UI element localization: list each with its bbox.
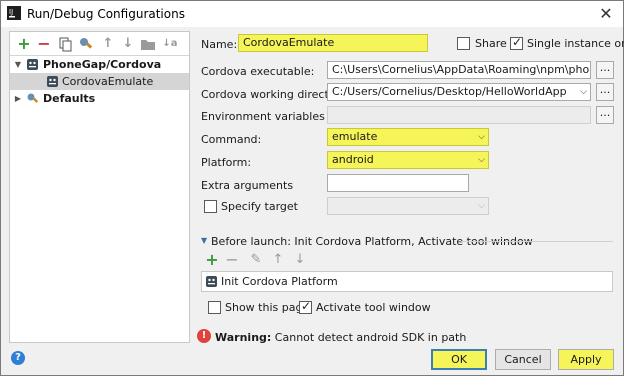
copy-icon[interactable] [58,36,74,52]
command-label: Command: [201,133,262,146]
name-label: Name: [201,38,238,51]
move-down-icon[interactable]: ↓ [120,36,136,52]
remove-icon[interactable]: − [36,36,52,52]
chevron-down-icon[interactable]: ▼ [13,56,23,73]
warning-bold-label: Warning: [215,331,272,344]
chevron-down-icon[interactable]: ⌵ [478,152,485,168]
command-select[interactable]: emulate ⌵ [327,128,489,146]
name-input[interactable]: CordovaEmulate [238,34,428,52]
task-label: Init Cordova Platform [221,275,338,288]
add-icon[interactable]: + [16,36,32,52]
list-item[interactable]: Init Cordova Platform [202,272,612,291]
specify-target-label: Specify target [221,200,298,213]
move-up-icon[interactable]: ↑ [271,253,285,267]
move-down-icon[interactable]: ↓ [293,253,307,267]
executable-label: Cordova executable: [201,65,315,78]
extra-args-input[interactable] [327,174,469,192]
extra-args-label: Extra arguments [201,179,294,192]
tree-group-defaults[interactable]: ▶ Defaults [10,90,189,107]
share-checkbox[interactable] [457,37,470,50]
svg-text:IJ: IJ [9,8,13,16]
phonegap-icon [47,76,58,87]
platform-select[interactable]: android ⌵ [327,151,489,169]
show-page-checkbox[interactable] [208,301,221,314]
activate-tool-window-checkbox[interactable] [299,299,312,314]
tree-defaults-label: Defaults [43,92,96,105]
configurations-toolbar: + − ↑ ↓ ↓a [10,32,189,56]
env-input[interactable] [327,106,591,124]
defaults-icon [27,93,39,103]
activate-tool-window-label: Activate tool window [316,301,431,314]
configurations-panel: + − ↑ ↓ ↓a ▼ PhoneGap/Cordova CordovaEmu… [9,31,190,343]
help-icon[interactable]: ? [11,351,25,365]
warning-text: Cannot detect android SDK in path [274,331,467,344]
sort-icon[interactable]: ↓a [162,36,178,52]
move-up-icon[interactable]: ↑ [100,36,116,52]
configurations-tree: ▼ PhoneGap/Cordova CordovaEmulate ▶ Defa… [10,56,189,107]
divider [461,241,613,242]
tree-group-phonegap[interactable]: ▼ PhoneGap/Cordova [10,56,189,73]
chevron-down-icon[interactable]: ⌵ [580,84,587,100]
chevron-down-icon[interactable]: ⌵ [478,198,485,214]
tree-group-label: PhoneGap/Cordova [43,58,162,71]
chevron-right-icon[interactable]: ▶ [13,90,23,107]
platform-label: Platform: [201,156,252,169]
env-label: Environment variables [201,110,325,123]
show-page-label: Show this page [225,301,310,314]
apply-button[interactable]: Apply [558,349,614,370]
title-bar: IJ Run/Debug Configurations ✕ [1,1,623,27]
phonegap-icon [206,276,217,287]
edit-icon[interactable]: ✎ [249,253,263,267]
run-debug-dialog: IJ Run/Debug Configurations ✕ + − ↑ ↓ ↓a [0,0,624,376]
before-launch-list: Init Cordova Platform [201,271,613,292]
add-icon[interactable]: + [205,252,219,268]
app-icon: IJ [7,6,21,20]
remove-icon[interactable]: − [225,252,239,268]
tree-item-label: CordovaEmulate [62,75,154,88]
before-launch-chevron-icon[interactable]: ▼ [201,236,207,245]
target-select[interactable]: ⌵ [327,197,489,215]
phonegap-icon [27,59,38,70]
tree-item-cordova-emulate[interactable]: CordovaEmulate [10,73,189,90]
chevron-down-icon[interactable]: ⌵ [478,129,485,145]
specify-target-checkbox[interactable] [204,200,217,213]
working-dir-value: C:/Users/Cornelius/Desktop/HelloWorldApp [332,85,567,98]
platform-value: android [332,153,374,166]
error-icon: ! [197,329,211,343]
folder-icon[interactable] [140,36,156,52]
working-dir-browse-button[interactable]: ... [596,83,614,101]
command-value: emulate [332,130,378,143]
single-instance-checkbox[interactable] [510,35,523,50]
warning-message: Warning: Cannot detect android SDK in pa… [215,331,466,344]
executable-value: C:\Users\Cornelius\AppData\Roaming\npm\p… [332,63,590,76]
executable-combo[interactable]: C:\Users\Cornelius\AppData\Roaming\npm\p… [327,61,591,79]
edit-defaults-icon[interactable] [78,36,94,52]
close-icon[interactable]: ✕ [589,1,623,27]
share-label: Share [475,37,507,50]
executable-browse-button[interactable]: ... [596,61,614,79]
cancel-button[interactable]: Cancel [495,349,551,370]
ok-button[interactable]: OK [431,349,487,370]
single-instance-label: Single instance only [527,37,624,50]
window-title: Run/Debug Configurations [27,7,185,21]
working-dir-combo[interactable]: C:/Users/Cornelius/Desktop/HelloWorldApp… [327,83,591,101]
env-browse-button[interactable]: ... [596,106,614,124]
